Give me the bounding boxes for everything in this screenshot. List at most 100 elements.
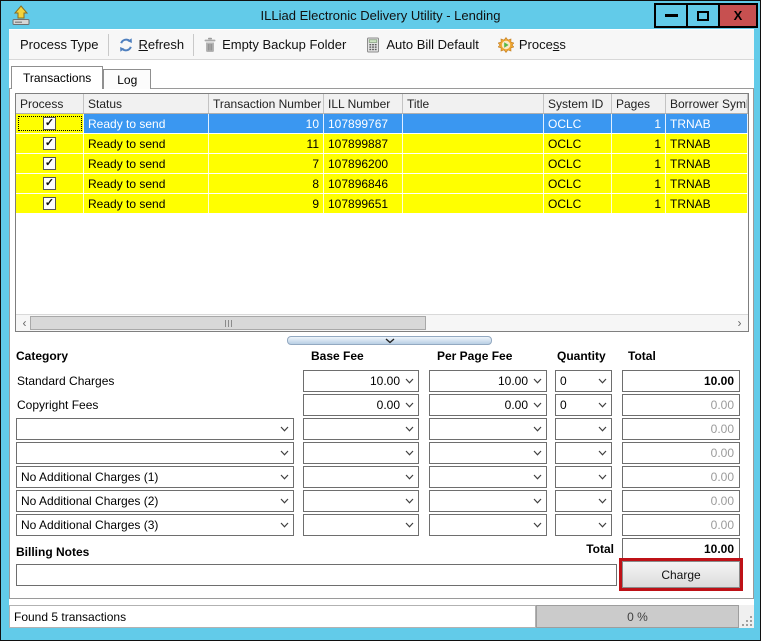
cell-process[interactable]: ✓ xyxy=(16,174,84,193)
base-fee-combo[interactable] xyxy=(303,418,419,440)
table-row[interactable]: ✓ Ready to send11107899887 OCLC1TRNAB xyxy=(16,134,748,154)
cell-pages[interactable]: 1 xyxy=(612,194,666,213)
charge-button[interactable]: Charge xyxy=(622,561,740,588)
quantity-combo[interactable] xyxy=(555,418,612,440)
quantity-combo[interactable] xyxy=(555,514,612,536)
cell-borrower_symbol[interactable]: TRNAB xyxy=(666,134,748,153)
quantity-combo[interactable] xyxy=(555,490,612,512)
cell-status[interactable]: Ready to send xyxy=(84,174,209,193)
cell-transaction_number[interactable]: 11 xyxy=(209,134,324,153)
column-header-ill_number[interactable]: ILL Number xyxy=(324,94,403,113)
process-checkbox[interactable]: ✓ xyxy=(43,117,56,130)
cell-system_id[interactable]: OCLC xyxy=(544,174,612,193)
cell-pages[interactable]: 1 xyxy=(612,154,666,173)
cell-borrower_symbol[interactable]: TRNAB xyxy=(666,174,748,193)
empty-backup-folder-button[interactable]: Empty Backup Folder xyxy=(196,33,353,57)
process-button[interactable]: Process xyxy=(491,33,573,57)
quantity-combo[interactable]: 0 xyxy=(555,394,612,416)
cell-title[interactable] xyxy=(403,134,544,153)
column-header-status[interactable]: Status xyxy=(84,94,209,113)
cell-borrower_symbol[interactable]: TRNAB xyxy=(666,154,748,173)
per-page-fee-combo[interactable]: 0.00 xyxy=(429,394,547,416)
quantity-combo[interactable] xyxy=(555,466,612,488)
cell-process[interactable]: ✓ xyxy=(16,194,84,213)
table-row[interactable]: ✓ Ready to send9107899651 OCLC1TRNAB xyxy=(16,194,748,214)
cell-process[interactable]: ✓ xyxy=(16,154,84,173)
per-page-fee-combo[interactable] xyxy=(429,418,547,440)
per-page-fee-combo[interactable] xyxy=(429,442,547,464)
cell-ill_number[interactable]: 107899767 xyxy=(324,114,403,133)
process-checkbox[interactable]: ✓ xyxy=(43,197,56,210)
per-page-fee-combo[interactable] xyxy=(429,466,547,488)
cell-title[interactable] xyxy=(403,174,544,193)
splitter-collapse-button[interactable] xyxy=(287,336,492,345)
cell-ill_number[interactable]: 107896200 xyxy=(324,154,403,173)
cell-pages[interactable]: 1 xyxy=(612,134,666,153)
cell-status[interactable]: Ready to send xyxy=(84,194,209,213)
category-combo[interactable]: No Additional Charges (2) xyxy=(16,490,294,512)
billing-notes-input[interactable] xyxy=(16,564,617,586)
scrollbar-thumb[interactable] xyxy=(30,316,426,330)
table-row[interactable]: ✓ Ready to send7107896200 OCLC1TRNAB xyxy=(16,154,748,174)
base-fee-combo[interactable] xyxy=(303,490,419,512)
table-row[interactable]: ✓ Ready to send10107899767 OCLC1TRNAB xyxy=(16,114,748,134)
resize-grip[interactable] xyxy=(742,616,752,626)
maximize-button[interactable] xyxy=(686,3,720,28)
process-checkbox[interactable]: ✓ xyxy=(43,157,56,170)
cell-pages[interactable]: 1 xyxy=(612,174,666,193)
cell-process[interactable]: ✓ xyxy=(16,134,84,153)
horizontal-scrollbar[interactable]: ‹ › xyxy=(16,314,748,331)
tab-log[interactable]: Log xyxy=(103,69,151,89)
close-button[interactable]: X xyxy=(718,3,758,28)
cell-system_id[interactable]: OCLC xyxy=(544,134,612,153)
column-header-system_id[interactable]: System ID xyxy=(544,94,612,113)
cell-status[interactable]: Ready to send xyxy=(84,114,209,133)
cell-title[interactable] xyxy=(403,114,544,133)
table-row[interactable]: ✓ Ready to send8107896846 OCLC1TRNAB xyxy=(16,174,748,194)
cell-ill_number[interactable]: 107899887 xyxy=(324,134,403,153)
process-checkbox[interactable]: ✓ xyxy=(43,177,56,190)
category-combo[interactable]: No Additional Charges (3) xyxy=(16,514,294,536)
cell-transaction_number[interactable]: 8 xyxy=(209,174,324,193)
base-fee-combo[interactable] xyxy=(303,466,419,488)
process-type-button[interactable]: Process Type xyxy=(13,33,106,57)
per-page-fee-combo[interactable] xyxy=(429,490,547,512)
cell-status[interactable]: Ready to send xyxy=(84,154,209,173)
category-combo[interactable]: No Additional Charges (1) xyxy=(16,466,294,488)
refresh-button[interactable]: Refresh xyxy=(111,33,192,57)
column-header-borrower_symbol[interactable]: Borrower Symb xyxy=(666,94,748,113)
column-header-transaction_number[interactable]: Transaction Number xyxy=(209,94,324,113)
cell-system_id[interactable]: OCLC xyxy=(544,114,612,133)
cell-transaction_number[interactable]: 10 xyxy=(209,114,324,133)
category-combo[interactable] xyxy=(16,442,294,464)
cell-transaction_number[interactable]: 7 xyxy=(209,154,324,173)
cell-borrower_symbol[interactable]: TRNAB xyxy=(666,114,748,133)
quantity-combo[interactable]: 0 xyxy=(555,370,612,392)
base-fee-combo[interactable] xyxy=(303,514,419,536)
base-fee-combo[interactable]: 10.00 xyxy=(303,370,419,392)
cell-process[interactable]: ✓ xyxy=(16,114,84,133)
base-fee-combo[interactable] xyxy=(303,442,419,464)
column-header-title[interactable]: Title xyxy=(403,94,544,113)
column-header-process[interactable]: Process xyxy=(16,94,84,113)
process-checkbox[interactable]: ✓ xyxy=(43,137,56,150)
cell-ill_number[interactable]: 107899651 xyxy=(324,194,403,213)
cell-title[interactable] xyxy=(403,154,544,173)
auto-bill-default-button[interactable]: Auto Bill Default xyxy=(358,33,486,57)
tab-transactions[interactable]: Transactions xyxy=(11,66,103,89)
cell-system_id[interactable]: OCLC xyxy=(544,154,612,173)
column-header-pages[interactable]: Pages xyxy=(612,94,666,113)
category-combo[interactable] xyxy=(16,418,294,440)
quantity-combo[interactable] xyxy=(555,442,612,464)
scroll-right-arrow-icon[interactable]: › xyxy=(732,316,747,330)
base-fee-combo[interactable]: 0.00 xyxy=(303,394,419,416)
cell-system_id[interactable]: OCLC xyxy=(544,194,612,213)
minimize-button[interactable] xyxy=(654,3,688,28)
cell-status[interactable]: Ready to send xyxy=(84,134,209,153)
per-page-fee-combo[interactable] xyxy=(429,514,547,536)
cell-transaction_number[interactable]: 9 xyxy=(209,194,324,213)
cell-pages[interactable]: 1 xyxy=(612,114,666,133)
per-page-fee-combo[interactable]: 10.00 xyxy=(429,370,547,392)
cell-ill_number[interactable]: 107896846 xyxy=(324,174,403,193)
cell-borrower_symbol[interactable]: TRNAB xyxy=(666,194,748,213)
